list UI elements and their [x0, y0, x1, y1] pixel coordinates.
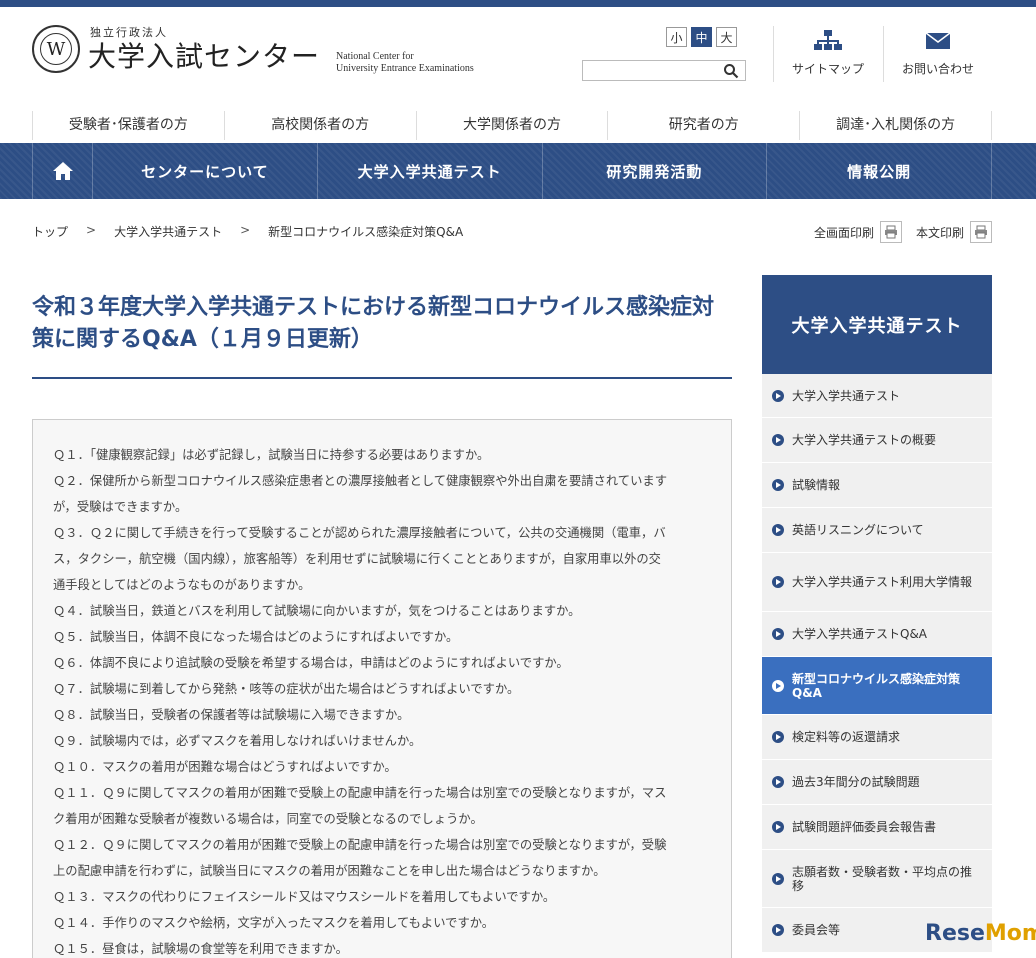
font-size-switcher: 小 中 大: [666, 27, 737, 47]
audience-nav-item-highschool[interactable]: 高校関係者の方: [223, 111, 416, 140]
qa-link[interactable]: Ｑ１４．手作りのマスクや絵柄，文字が入ったマスクを着用してもよいですか。: [53, 910, 709, 936]
qa-link[interactable]: Ｑ５．試験当日，体調不良になった場合はどのようにすればよいですか。: [53, 624, 709, 650]
arrow-circle-icon: [772, 821, 784, 833]
sitemap-label: サイトマップ: [791, 62, 864, 76]
font-size-medium-button[interactable]: 中: [691, 27, 712, 47]
font-size-small-button[interactable]: 小: [666, 27, 687, 47]
contact-link[interactable]: お問い合わせ: [888, 30, 988, 77]
main-nav-item-disclosure[interactable]: 情報公開: [766, 143, 992, 199]
breadcrumb: トップ > 大学入学共通テスト > 新型コロナウイルス感染症対策Q&A: [32, 223, 463, 240]
qa-link[interactable]: Ｑ１３．マスクの代わりにフェイスシールド又はマウスシールドを着用してもよいですか…: [53, 884, 709, 910]
site-logo[interactable]: W 独立行政法人 大学入試センター: [32, 24, 320, 74]
qa-link[interactable]: 上の配慮申請を行わずに，試験当日にマスクの着用が困難なことを申し出た場合はどうな…: [53, 858, 709, 884]
arrow-circle-icon: [772, 924, 784, 936]
qa-link[interactable]: Ｑ６．体調不良により追試験の受験を希望する場合は，申請はどのようにすればよいです…: [53, 650, 709, 676]
side-nav-item[interactable]: 大学入学共通テスト利用大学情報: [762, 553, 992, 612]
qa-link[interactable]: Ｑ８．試験当日，受験者の保護者等は試験場に入場できますか。: [53, 702, 709, 728]
home-button[interactable]: [32, 143, 92, 199]
search-icon[interactable]: [723, 63, 739, 79]
qa-link[interactable]: Ｑ４．試験当日，鉄道とバスを利用して試験場に向かいますが，気をつけることはありま…: [53, 598, 709, 624]
arrow-circle-icon: [772, 576, 784, 588]
qa-link[interactable]: が，受験はできますか。: [53, 494, 709, 520]
side-nav-item[interactable]: 検定料等の返還請求: [762, 715, 992, 760]
sitemap-icon: [814, 30, 842, 50]
qa-link[interactable]: Ｑ１２．Ｑ９に関してマスクの着用が困難で受験上の配慮申請を行った場合は別室での受…: [53, 832, 709, 858]
print-text-link[interactable]: 本文印刷: [916, 221, 992, 243]
side-nav-item[interactable]: 試験情報: [762, 463, 992, 508]
side-nav-item[interactable]: 大学入学共通テスト: [762, 374, 992, 418]
qa-link[interactable]: Ｑ７．試験場に到着してから発熱・咳等の症状が出た場合はどうすればよいですか。: [53, 676, 709, 702]
audience-nav-item-researchers[interactable]: 研究者の方: [607, 111, 799, 140]
sitemap-link[interactable]: サイトマップ: [778, 30, 878, 77]
resemom-watermark: ReseMom: [925, 921, 1036, 946]
print-full-label: 全画面印刷: [813, 225, 874, 240]
arrow-circle-icon: [772, 731, 784, 743]
qa-link[interactable]: ク着用が困難な受験者が複数いる場合は，同室での受験となるのでしょうか。: [53, 806, 709, 832]
mail-icon: [925, 32, 951, 49]
qa-link[interactable]: Ｑ１１．Ｑ９に関してマスクの着用が困難で受験上の配慮申請を行った場合は別室での受…: [53, 780, 709, 806]
logo-subtitle: 独立行政法人: [90, 26, 168, 39]
side-nav-item[interactable]: 志願者数・受験者数・平均点の推移: [762, 850, 992, 908]
qa-link[interactable]: Ｑ１０．マスクの着用が困難な場合はどうすればよいですか。: [53, 754, 709, 780]
breadcrumb-separator: >: [86, 223, 97, 237]
home-icon: [52, 162, 73, 180]
qa-link[interactable]: Ｑ１．「健康観察記録」は必ず記録し，試験当日に持参する必要はありますか。: [53, 442, 709, 468]
arrow-circle-icon: [772, 628, 784, 640]
side-nav-item[interactable]: 大学入学共通テストの概要: [762, 418, 992, 463]
qa-index-box: Ｑ１．「健康観察記録」は必ず記録し，試験当日に持参する必要はありますか。 Ｑ２．…: [32, 419, 732, 958]
side-nav-item[interactable]: 試験問題評価委員会報告書: [762, 805, 992, 850]
logo-emblem-icon: W: [32, 25, 80, 73]
side-nav-title[interactable]: 大学入学共通テスト: [762, 275, 992, 374]
logo-title: 大学入試センター: [88, 40, 321, 73]
printer-icon: [879, 221, 902, 243]
main-nav-item-common-test[interactable]: 大学入学共通テスト: [316, 143, 542, 199]
qa-link[interactable]: ス，タクシー，航空機（国内線），旅客船等）を利用せずに試験場に行くこととあります…: [53, 546, 709, 572]
top-accent-bar: [0, 0, 1036, 7]
breadcrumb-separator: >: [240, 223, 251, 237]
page-title: 令和３年度大学入学共通テストにおける新型コロナウイルス感染症対策に関するQ&A（…: [32, 295, 715, 352]
audience-nav-item-university[interactable]: 大学関係者の方: [415, 111, 608, 140]
arrow-circle-icon: [772, 389, 784, 402]
side-nav-item[interactable]: 英語リスニングについて: [762, 508, 992, 553]
print-full-link[interactable]: 全画面印刷: [814, 221, 902, 243]
title-underline: [32, 377, 732, 379]
arrow-circle-icon: [772, 479, 784, 491]
side-nav-item-active[interactable]: 新型コロナウイルス感染症対策Q&A: [762, 657, 992, 715]
printer-icon: [970, 221, 992, 243]
breadcrumb-top-link[interactable]: トップ: [32, 223, 68, 240]
arrow-circle-icon: [772, 776, 784, 788]
print-text-label: 本文印刷: [915, 225, 964, 240]
side-nav-item[interactable]: 大学入学共通テストQ&A: [762, 612, 992, 657]
print-links: 全画面印刷 本文印刷: [814, 221, 992, 243]
side-nav: 大学入学共通テスト 大学入学共通テスト 大学入学共通テストの概要 試験情報 英語…: [762, 275, 992, 953]
logo-english-name: National Center for University Entrance …: [336, 51, 474, 74]
arrow-circle-icon: [772, 524, 784, 536]
search-input[interactable]: [582, 60, 746, 81]
side-nav-item[interactable]: 過去3年間分の試験問題: [762, 760, 992, 805]
audience-nav: 受験者･保護者の方 高校関係者の方 大学関係者の方 研究者の方 調達･入札関係の…: [32, 111, 992, 140]
arrow-circle-icon: [772, 872, 784, 885]
arrow-circle-icon: [772, 679, 784, 692]
qa-link[interactable]: Ｑ３．Ｑ２に関して手続きを行って受験することが認められた濃厚接触者について，公共…: [53, 520, 709, 546]
arrow-circle-icon: [772, 434, 784, 446]
main-nav: センターについて 大学入学共通テスト 研究開発活動 情報公開: [0, 143, 1036, 199]
header-divider: [773, 26, 774, 82]
main-nav-item-about[interactable]: センターについて: [92, 143, 317, 199]
qa-link[interactable]: Ｑ２．保健所から新型コロナウイルス感染症患者との濃厚接触者として健康観察や外出自…: [53, 468, 709, 494]
audience-nav-item-examinees[interactable]: 受験者･保護者の方: [32, 111, 224, 140]
breadcrumb-current: 新型コロナウイルス感染症対策Q&A: [268, 225, 464, 239]
breadcrumb-common-test-link[interactable]: 大学入学共通テスト: [114, 223, 222, 240]
font-size-large-button[interactable]: 大: [716, 27, 737, 47]
qa-link[interactable]: Ｑ９．試験場内では，必ずマスクを着用しなければいけませんか。: [53, 728, 709, 754]
qa-link[interactable]: 通手段としてはどのようなものがありますか。: [53, 572, 709, 598]
header-divider: [883, 26, 884, 82]
qa-link[interactable]: Ｑ１５．昼食は，試験場の食堂等を利用できますか。: [53, 936, 709, 958]
main-nav-item-research[interactable]: 研究開発活動: [541, 143, 767, 199]
contact-label: お問い合わせ: [901, 62, 974, 76]
audience-nav-item-procurement[interactable]: 調達･入札関係の方: [799, 111, 992, 140]
